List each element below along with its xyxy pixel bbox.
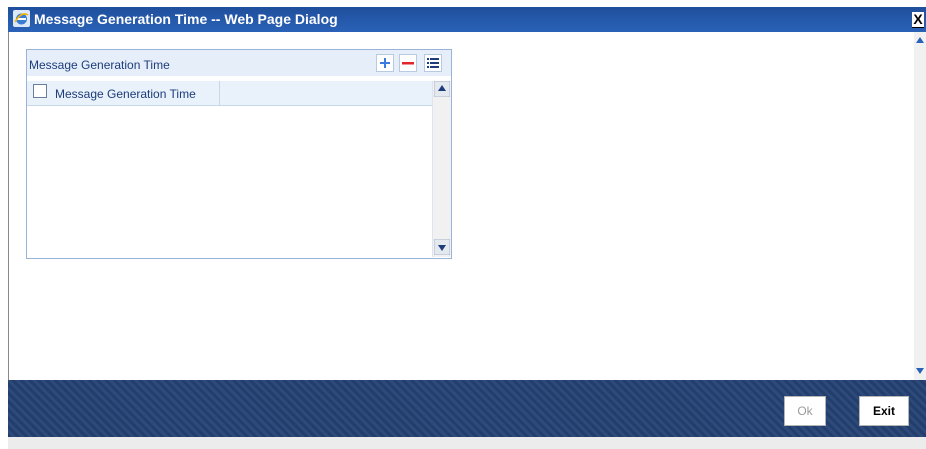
minus-icon [402, 62, 414, 65]
column-divider [219, 81, 220, 105]
grid-scroll-down-icon[interactable] [434, 239, 450, 255]
select-all-checkbox[interactable] [33, 84, 47, 98]
grid-column-header-row: Message Generation Time [27, 81, 432, 106]
plus-icon [380, 58, 390, 68]
grid-scroll-up-icon[interactable] [434, 81, 450, 97]
exit-button[interactable]: Exit [859, 396, 909, 426]
window-bottom-border [8, 437, 926, 449]
ie-dialog-icon [13, 10, 30, 27]
page-scrollbar[interactable] [914, 32, 926, 380]
message-generation-time-grid: Message Generation Time Message Generati… [26, 49, 452, 259]
dialog-title-bar: Message Generation Time -- Web Page Dial… [8, 7, 926, 32]
scroll-up-icon[interactable] [915, 35, 925, 45]
close-button[interactable]: X [912, 12, 924, 28]
grid-title: Message Generation Time [29, 58, 170, 72]
list-icon [427, 58, 439, 68]
scroll-down-icon[interactable] [915, 366, 925, 376]
ok-button[interactable]: Ok [784, 396, 826, 426]
dialog-title: Message Generation Time -- Web Page Dial… [34, 11, 338, 27]
delete-row-button[interactable] [399, 54, 417, 72]
column-header-message-generation-time[interactable]: Message Generation Time [55, 87, 196, 101]
view-details-button[interactable] [424, 54, 442, 72]
grid-header: Message Generation Time [27, 50, 451, 76]
add-row-button[interactable] [376, 54, 394, 72]
grid-scrollbar[interactable] [432, 81, 451, 257]
